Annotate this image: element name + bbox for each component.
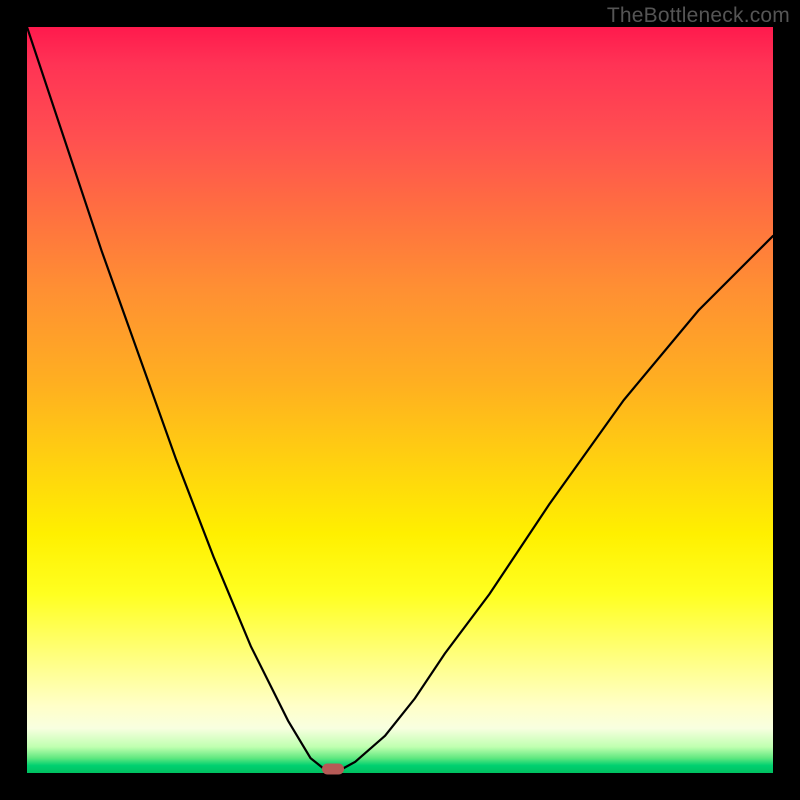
curve-svg xyxy=(27,27,773,773)
optimal-point-marker xyxy=(322,764,344,775)
watermark-text: TheBottleneck.com xyxy=(607,4,790,28)
chart-frame: TheBottleneck.com xyxy=(0,0,800,800)
plot-area xyxy=(27,27,773,773)
bottleneck-curve-path xyxy=(27,27,773,773)
